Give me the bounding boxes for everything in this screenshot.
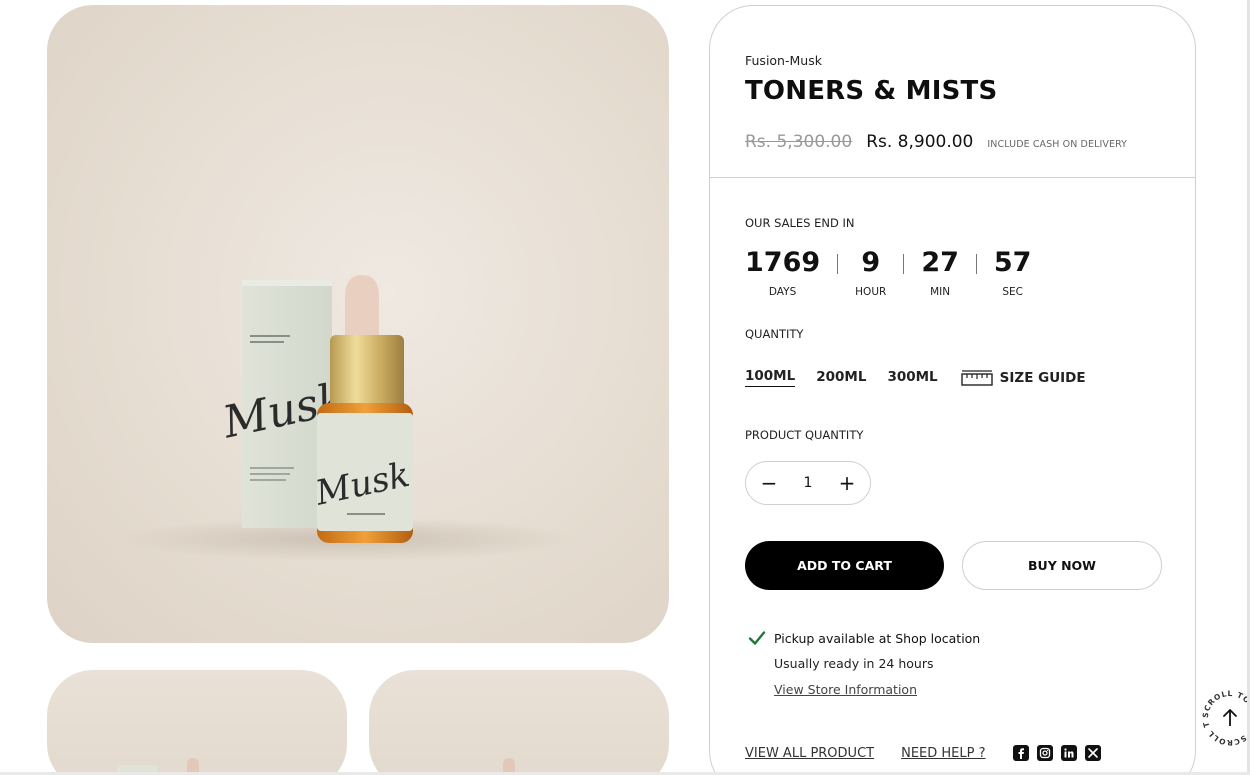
need-help-link[interactable]: NEED HELP ? [901,746,985,761]
check-icon [748,631,766,645]
social-links [1012,745,1101,761]
product-vendor: Fusion-Musk [745,53,822,68]
countdown-value: 57 [993,247,1032,278]
pickup-row: Pickup available at Shop location [748,630,980,646]
thumbnail-photo [503,758,515,775]
countdown-unit: HOUR [855,286,887,298]
countdown-unit: MIN [930,286,951,298]
variant-300ml[interactable]: 300ML [887,369,937,387]
countdown-unit: DAYS [768,286,797,298]
instagram-icon[interactable] [1036,745,1053,761]
scroll-to-top-text: SCROLL TO TOP - SCROLL TO TOP - [1196,681,1250,747]
view-store-information-link[interactable]: View Store Information [774,682,917,697]
product-footer-links: VIEW ALL PRODUCT NEED HELP ? [745,745,1101,761]
countdown-unit: SEC [1002,286,1023,298]
pickup-availability: Pickup available at Shop location [748,630,980,646]
product-thumbnail-1[interactable] [47,670,347,775]
x-icon[interactable] [1084,745,1101,761]
variant-100ml[interactable]: 100ML [745,368,796,387]
price-note: INCLUDE CASH ON DELIVERY [987,139,1128,150]
decrease-quantity-button[interactable]: − [760,473,778,493]
countdown-minutes: 27 MIN [921,246,959,298]
countdown-timer: 1769 DAYS 9 HOUR 27 MIN 57 SEC [745,246,1031,298]
sale-price: Rs. 8,900.00 [866,132,974,152]
thumbnail-photo [117,758,199,775]
linkedin-icon[interactable] [1060,745,1077,761]
section-divider [710,177,1195,178]
facebook-icon[interactable] [1012,745,1029,761]
variant-200ml[interactable]: 200ML [816,369,866,387]
quantity-stepper: − 1 + [745,461,871,505]
countdown-separator [903,254,905,274]
countdown-value: 1769 [745,247,821,278]
countdown-days: 1769 DAYS [745,246,820,298]
countdown-value: 9 [861,247,881,278]
pickup-text: Pickup available at Shop location [774,630,981,646]
scroll-to-top-badge: SCROLL TO TOP - SCROLL TO TOP - [1196,681,1250,747]
sales-end-label: OUR SALES END IN [745,216,855,230]
svg-text:SCROLL TO TOP - SCROLL TO TOP: SCROLL TO TOP - SCROLL TO TOP - [1200,688,1250,747]
product-thumbnail-2[interactable] [369,670,669,775]
size-variant-selector: 100ML 200ML 300ML SIZE GUIDE [745,368,1086,387]
product-main-image[interactable]: Musk Musk [47,5,669,643]
buy-now-button[interactable]: BUY NOW [962,541,1162,590]
countdown-hours: 9 HOUR [855,246,886,298]
increase-quantity-button[interactable]: + [838,473,856,493]
price-row: Rs. 5,300.00 Rs. 8,900.00 INCLUDE CASH O… [745,132,1127,152]
size-guide-button[interactable]: SIZE GUIDE [960,369,1086,387]
product-photo: Musk Musk [117,275,577,561]
add-to-cart-button[interactable]: ADD TO CART [745,541,944,590]
ruler-icon [960,369,993,386]
countdown-value: 27 [921,247,959,278]
view-all-product-link[interactable]: VIEW ALL PRODUCT [745,746,874,761]
compare-at-price: Rs. 5,300.00 [745,132,853,152]
product-title: TONERS & MISTS [745,76,998,106]
arrow-up-icon [1223,709,1237,726]
countdown-separator [837,254,839,274]
size-guide-label: SIZE GUIDE [999,369,1086,386]
quantity-label: QUANTITY [745,327,804,341]
quantity-input[interactable]: 1 [804,475,813,491]
countdown-seconds: 57 SEC [994,246,1032,298]
scroll-to-top-button[interactable]: SCROLL TO TOP - SCROLL TO TOP - [1196,681,1250,748]
product-info-panel: Fusion-Musk TONERS & MISTS Rs. 5,300.00 … [709,5,1196,775]
pickup-ready-time: Usually ready in 24 hours [774,656,934,671]
product-quantity-label: PRODUCT QUANTITY [745,428,864,442]
countdown-separator [975,254,977,274]
